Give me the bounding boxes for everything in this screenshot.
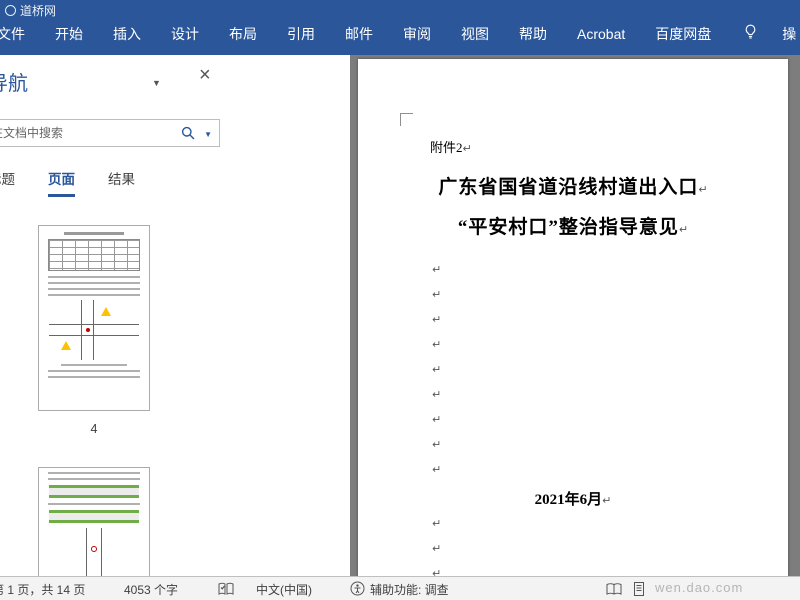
thumb-text-line <box>48 472 140 474</box>
margin-crop-mark <box>400 113 413 126</box>
thumb-marker-dot <box>86 328 90 332</box>
thumb-figure-caption <box>61 364 127 366</box>
thumb-road-section <box>49 510 139 523</box>
word-window: 道桥网 文件 开始 插入 设计 布局 引用 邮件 审阅 视图 帮助 Acroba… <box>0 0 800 600</box>
thumb-road-horizontal <box>49 324 139 336</box>
search-input[interactable] <box>0 120 169 146</box>
pilcrow-mark: ↵ <box>432 363 442 376</box>
ribbon-tab-design[interactable]: 设计 <box>156 13 214 55</box>
navigation-pane-title: 导航 <box>0 73 28 95</box>
thumb-text-line <box>48 376 140 378</box>
pilcrow-mark: ↵ <box>432 313 442 326</box>
page-thumbnail-4[interactable] <box>38 225 150 411</box>
ribbon-tab-view[interactable]: 视图 <box>446 13 504 55</box>
proofing-icon[interactable] <box>218 582 234 596</box>
document-title-line2: “平安村口”整治指导意见↵ <box>457 217 689 238</box>
thumb-text-line <box>48 276 140 278</box>
lightbulb-icon <box>743 24 758 45</box>
navigation-close-icon[interactable]: × <box>199 65 211 85</box>
ribbon-tab-mailings[interactable]: 邮件 <box>330 13 388 55</box>
pilcrow-mark: ↵ <box>432 463 442 476</box>
document-date-line: 2021年6月↵ <box>534 492 612 508</box>
attachment-line: 附件2↵ <box>430 140 472 155</box>
language-status[interactable]: 中文(中国) <box>256 581 312 598</box>
empty-paragraph-marks: ↵ ↵ ↵ ↵ ↵ ↵ ↵ ↵ ↵ <box>432 257 441 482</box>
thumb-text-line <box>48 294 140 296</box>
thumb-table <box>48 239 140 271</box>
thumb-text-line <box>48 503 140 505</box>
document-page[interactable]: 附件2↵ 广东省国省道沿线村道出入口↵ “平安村口”整治指导意见↵ ↵ ↵ ↵ … <box>358 59 788 576</box>
ribbon-tab-layout[interactable]: 布局 <box>214 13 272 55</box>
thumb-red-circle <box>91 546 97 552</box>
nav-tab-headings[interactable]: 标题 <box>0 168 15 197</box>
ribbon-tab-file[interactable]: 文件 <box>0 13 40 55</box>
thumb-text-line <box>48 478 140 480</box>
nav-tab-pages[interactable]: 页面 <box>48 168 75 197</box>
nav-tab-results[interactable]: 结果 <box>108 168 135 197</box>
pilcrow-mark: ↵ <box>698 183 708 196</box>
pilcrow-mark: ↵ <box>432 263 442 276</box>
tell-me-lightbulb[interactable] <box>734 13 767 55</box>
ribbon-tab-help[interactable]: 帮助 <box>504 13 562 55</box>
accessibility-status[interactable]: 辅助功能: 调查 <box>370 581 449 598</box>
empty-paragraph-marks: ↵ ↵ ↵ <box>432 511 441 576</box>
navigation-pane: 导航 ▼ × ▼ 标题 页面 结果 <box>0 55 350 576</box>
thumb-table-caption <box>63 232 125 235</box>
ribbon-tab-home[interactable]: 开始 <box>40 13 98 55</box>
read-mode-icon[interactable] <box>606 583 622 595</box>
pilcrow-mark: ↵ <box>462 142 472 155</box>
ribbon-tab-baidu-netdisk[interactable]: 百度网盘 <box>640 13 726 55</box>
search-icon[interactable] <box>181 126 195 140</box>
pilcrow-mark: ↵ <box>432 288 442 301</box>
thumb-road-vertical <box>86 528 102 576</box>
tell-me-label[interactable]: 操 <box>767 13 800 55</box>
ribbon-bar: 道桥网 文件 开始 插入 设计 布局 引用 邮件 审阅 视图 帮助 Acroba… <box>0 0 800 55</box>
ribbon-tab-acrobat[interactable]: Acrobat <box>562 13 640 55</box>
thumb-text-line <box>48 282 140 284</box>
ribbon-tab-references[interactable]: 引用 <box>272 13 330 55</box>
pilcrow-mark: ↵ <box>432 567 442 576</box>
ribbon-tabs: 文件 开始 插入 设计 布局 引用 邮件 审阅 视图 帮助 Acrobat 百度… <box>0 13 800 55</box>
pilcrow-mark: ↵ <box>678 223 689 236</box>
site-watermark-text: 道桥网 <box>20 4 57 18</box>
site-logo-icon <box>5 5 16 16</box>
pilcrow-mark: ↵ <box>432 438 442 451</box>
pilcrow-mark: ↵ <box>432 517 442 530</box>
ribbon-tab-review[interactable]: 审阅 <box>388 13 446 55</box>
thumbnail-page-number: 4 <box>90 422 98 436</box>
page-thumbnail-5[interactable] <box>38 467 150 576</box>
search-options-caret-icon[interactable]: ▼ <box>204 130 212 139</box>
pilcrow-mark: ↵ <box>602 494 612 507</box>
pilcrow-mark: ↵ <box>432 388 442 401</box>
navigation-options-caret-icon[interactable]: ▼ <box>152 78 161 88</box>
page-number-status[interactable]: 第 1 页，共 14 页 <box>0 581 85 598</box>
status-bar: 第 1 页，共 14 页 4053 个字 中文(中国) 辅助功能: 调查 wen… <box>0 576 800 600</box>
document-title-line1: 广东省国省道沿线村道出入口↵ <box>438 177 708 198</box>
pilcrow-mark: ↵ <box>432 542 442 555</box>
thumb-road-section <box>49 485 139 498</box>
pilcrow-mark: ↵ <box>432 338 442 351</box>
accessibility-icon[interactable] <box>350 581 365 596</box>
document-search-box: ▼ <box>0 119 220 147</box>
ribbon-tab-insert[interactable]: 插入 <box>98 13 156 55</box>
document-canvas: 附件2↵ 广东省国省道沿线村道出入口↵ “平安村口”整治指导意见↵ ↵ ↵ ↵ … <box>350 55 800 576</box>
site-watermark-bottom: wen.dao.com <box>655 580 744 595</box>
site-watermark-top: 道桥网 <box>5 2 56 19</box>
thumb-text-line <box>48 288 140 290</box>
pilcrow-mark: ↵ <box>432 413 442 426</box>
print-layout-icon[interactable] <box>632 582 646 596</box>
thumb-text-line <box>48 370 140 372</box>
thumb-intersection-diagram <box>49 300 139 360</box>
warning-triangle-icon <box>101 307 111 316</box>
word-count-status[interactable]: 4053 个字 <box>124 581 178 598</box>
warning-triangle-icon <box>61 341 71 350</box>
